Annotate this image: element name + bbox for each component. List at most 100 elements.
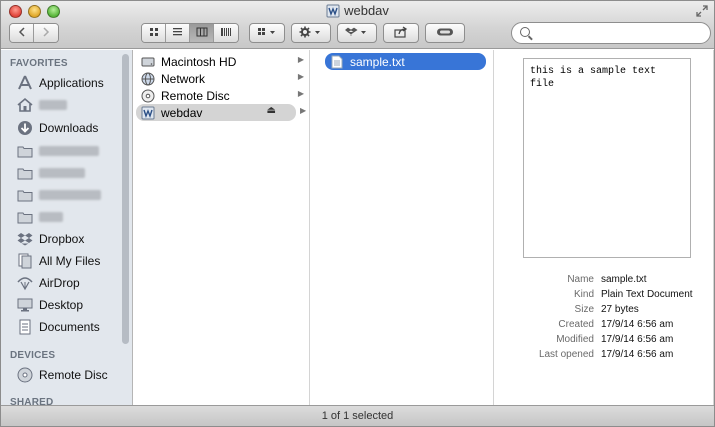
column-row-label: Macintosh HD [161, 54, 237, 69]
column-row-sample-txt[interactable]: sample.txt [325, 53, 486, 70]
sidebar-item-label: Dropbox [39, 232, 85, 246]
back-forward-control [9, 23, 59, 43]
disclosure-arrow-icon: ▶ [300, 106, 307, 115]
finder-window: webdav FAVORITES Applications Downloads … [0, 0, 715, 427]
documents-icon [17, 319, 33, 335]
file-preview: this is a sample text file [523, 58, 691, 258]
search-icon [520, 27, 530, 37]
share-button[interactable] [383, 23, 419, 43]
all-files-icon [17, 253, 33, 269]
favorites-header: FAVORITES [10, 58, 68, 69]
tag-icon [436, 27, 454, 40]
airdrop-icon [17, 275, 33, 291]
tags-button[interactable] [425, 23, 465, 43]
search-input[interactable] [534, 25, 704, 41]
redacted-label [39, 190, 101, 200]
folder-icon [17, 143, 33, 159]
column-row-label: sample.txt [350, 54, 405, 69]
sidebar-item-downloads[interactable]: Downloads [17, 118, 127, 138]
disclosure-arrow-icon: ▶ [297, 55, 304, 64]
sidebar-item-folder[interactable] [17, 141, 127, 161]
column-row-remote-disc[interactable]: Remote Disc ▶ [136, 87, 308, 104]
sidebar-item-documents[interactable]: Documents [17, 317, 127, 337]
folder-icon [17, 209, 33, 225]
info-row-kind: Kind Plain Text Document [573, 289, 693, 300]
devices-header: DEVICES [10, 350, 56, 361]
column-row-label: webdav [161, 105, 203, 120]
dropbox-icon [17, 231, 33, 247]
sidebar-item-label: Applications [39, 76, 104, 90]
disclosure-arrow-icon: ▶ [297, 72, 304, 81]
status-text: 1 of 1 selected [321, 410, 394, 422]
redacted-label [39, 100, 67, 110]
sidebar-item-folder[interactable] [17, 185, 127, 205]
info-row-size: Size 27 bytes [574, 304, 639, 315]
sidebar-scrollbar[interactable] [122, 54, 129, 344]
column-view-icon [196, 27, 208, 40]
info-row-name: Name sample.txt [567, 274, 647, 285]
sidebar-item-label: Downloads [39, 121, 99, 135]
icon-view-button[interactable] [142, 24, 166, 42]
status-bar: 1 of 1 selected [1, 405, 714, 426]
arrange-icon [257, 27, 277, 40]
sidebar-item-label: All My Files [39, 254, 101, 268]
network-icon [140, 71, 156, 87]
column-webdav: sample.txt || [311, 50, 511, 405]
sidebar-item-airdrop[interactable]: AirDrop [17, 273, 127, 293]
redacted-label [39, 212, 63, 222]
shared-header: SHARED [10, 397, 54, 405]
sidebar-item-dropbox[interactable]: Dropbox [17, 229, 127, 249]
titlebar: webdav [1, 1, 714, 49]
coverflow-view-button[interactable] [214, 24, 238, 42]
column-view-button[interactable] [190, 24, 214, 42]
sidebar-item-applications[interactable]: Applications [17, 73, 127, 93]
gear-icon [299, 26, 323, 41]
server-drive-icon [326, 4, 340, 18]
column-row-macintosh-hd[interactable]: Macintosh HD ▶ [136, 53, 308, 70]
eject-icon[interactable]: ⏏ [267, 105, 276, 116]
server-drive-icon [140, 105, 156, 121]
dropbox-icon [345, 26, 369, 41]
sidebar-item-label: AirDrop [39, 276, 80, 290]
column-row-label: Remote Disc [161, 88, 230, 103]
dropbox-menu-button[interactable] [337, 23, 377, 43]
fullscreen-icon[interactable] [696, 5, 708, 17]
desktop-icon [17, 297, 33, 313]
downloads-icon [17, 120, 33, 136]
view-switcher [141, 23, 239, 43]
column-devices: Macintosh HD ▶ Network ▶ Remote Disc ▶ w… [134, 50, 319, 405]
sidebar-item-all-my-files[interactable]: All My Files [17, 251, 127, 271]
sidebar-item-home[interactable] [17, 95, 127, 115]
search-field[interactable] [511, 22, 711, 44]
redacted-label [39, 168, 85, 178]
disclosure-arrow-icon: ▶ [297, 89, 304, 98]
column-row-network[interactable]: Network ▶ [136, 70, 308, 87]
sidebar-item-label: Documents [39, 320, 100, 334]
chevron-left-icon [18, 26, 26, 40]
sidebar-item-folder[interactable] [17, 163, 127, 183]
preview-column: this is a sample text file Name sample.t… [495, 50, 714, 405]
window-title: webdav [1, 3, 714, 21]
hard-drive-icon [140, 54, 156, 70]
disc-icon [140, 88, 156, 104]
info-row-modified: Modified 17/9/14 6:56 am [556, 334, 674, 345]
action-button[interactable] [291, 23, 331, 43]
back-button[interactable] [10, 24, 34, 42]
column-row-webdav[interactable]: webdav ⏏ [136, 104, 296, 121]
sidebar-item-folder[interactable] [17, 207, 127, 227]
list-view-button[interactable] [166, 24, 190, 42]
info-row-last-opened: Last opened 17/9/14 6:56 am [538, 349, 674, 360]
sidebar-item-remote-disc[interactable]: Remote Disc [17, 365, 127, 385]
arrange-button[interactable] [249, 23, 285, 43]
applications-icon [17, 75, 33, 91]
coverflow-view-icon [220, 27, 232, 40]
home-icon [17, 97, 33, 113]
sidebar-item-label: Remote Disc [39, 368, 108, 382]
sidebar-item-desktop[interactable]: Desktop [17, 295, 127, 315]
share-icon [394, 25, 408, 41]
forward-button[interactable] [34, 24, 58, 42]
sidebar: FAVORITES Applications Downloads Dropbox… [1, 50, 133, 405]
column-row-label: Network [161, 71, 206, 86]
text-file-icon [329, 54, 345, 70]
sidebar-item-label: Desktop [39, 298, 84, 312]
